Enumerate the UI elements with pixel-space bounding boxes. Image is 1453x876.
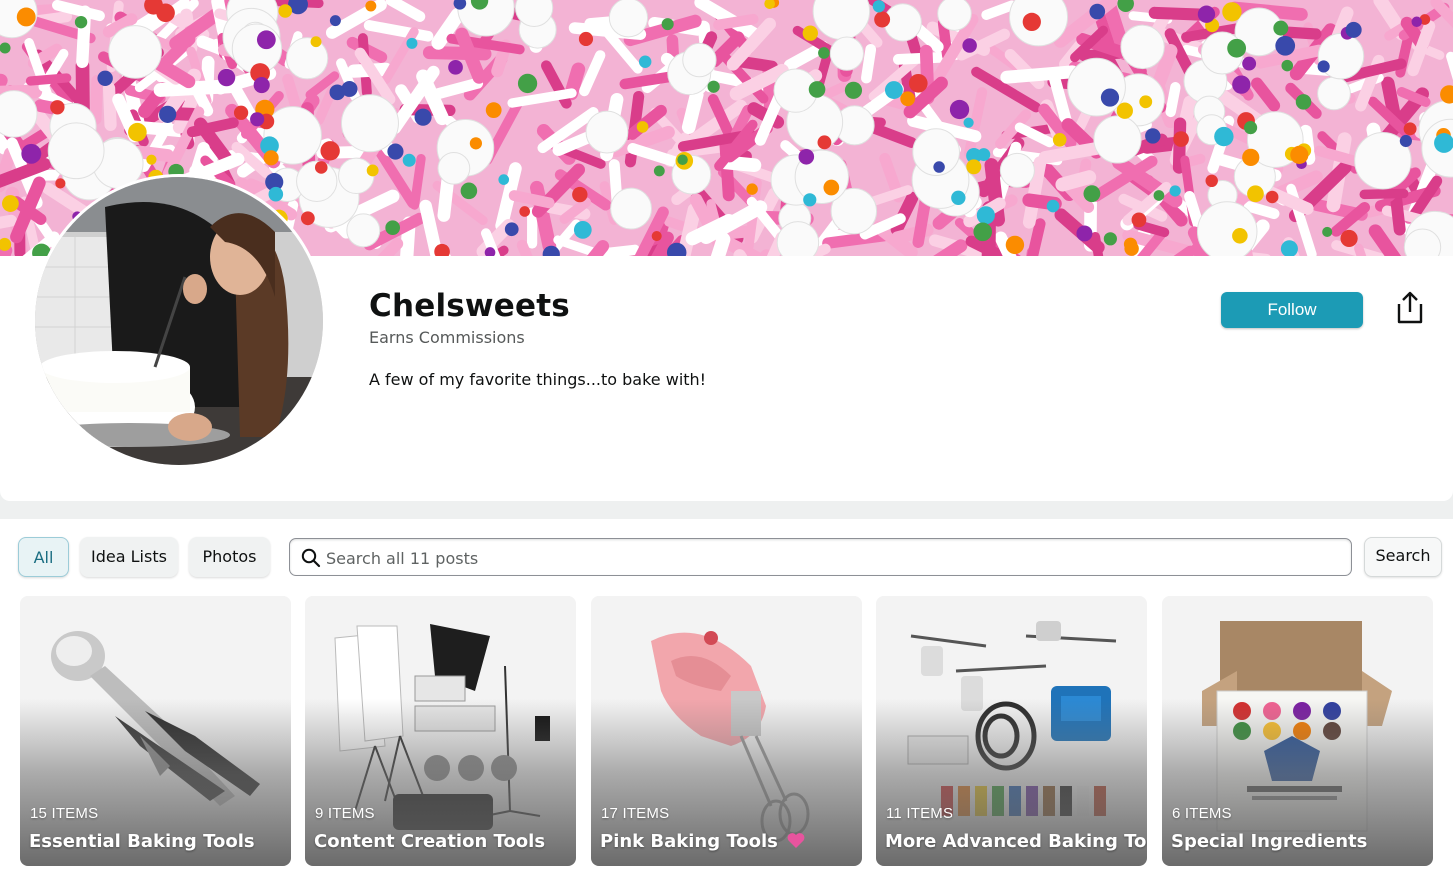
post-title-text: Pink Baking Tools [600, 831, 778, 852]
post-title: Special Ingredients [1171, 831, 1368, 852]
share-button[interactable] [1395, 290, 1425, 326]
filter-photos[interactable]: Photos [189, 537, 270, 577]
post-title: Pink Baking Tools [600, 831, 806, 852]
follow-button[interactable]: Follow [1221, 292, 1363, 328]
search-icon [301, 548, 321, 568]
post-card-special-ingredients[interactable]: 6 ITEMS Special Ingredients [1162, 596, 1433, 866]
post-card-more-advanced-baking-tools[interactable]: 11 ITEMS More Advanced Baking Tools [876, 596, 1147, 866]
item-count: 17 ITEMS [601, 805, 670, 822]
filter-idea-lists[interactable]: Idea Lists [80, 537, 178, 577]
post-title: More Advanced Baking Tools [885, 831, 1147, 852]
search-field[interactable] [289, 538, 1352, 577]
search-button[interactable]: Search [1364, 537, 1442, 577]
avatar [32, 174, 326, 468]
post-card-essential-baking-tools[interactable]: 15 ITEMS Essential Baking Tools [20, 596, 291, 866]
post-title: Essential Baking Tools [29, 831, 255, 852]
post-card-content-creation-tools[interactable]: 9 ITEMS Content Creation Tools [305, 596, 576, 866]
item-count: 15 ITEMS [30, 805, 99, 822]
avatar-photo [35, 177, 323, 465]
item-count: 9 ITEMS [315, 805, 375, 822]
profile-bio: A few of my favorite things...to bake wi… [369, 370, 707, 389]
item-count: 6 ITEMS [1172, 805, 1232, 822]
earns-commissions-label: Earns Commissions [369, 328, 525, 347]
post-title: Content Creation Tools [314, 831, 546, 852]
post-card-pink-baking-tools[interactable]: 17 ITEMS Pink Baking Tools [591, 596, 862, 866]
item-count: 11 ITEMS [886, 805, 954, 822]
profile-name: Chelsweets [369, 288, 570, 324]
filter-all[interactable]: All [18, 537, 69, 577]
heart-icon [787, 833, 805, 848]
search-input[interactable] [324, 539, 1328, 577]
share-icon [1397, 291, 1423, 324]
